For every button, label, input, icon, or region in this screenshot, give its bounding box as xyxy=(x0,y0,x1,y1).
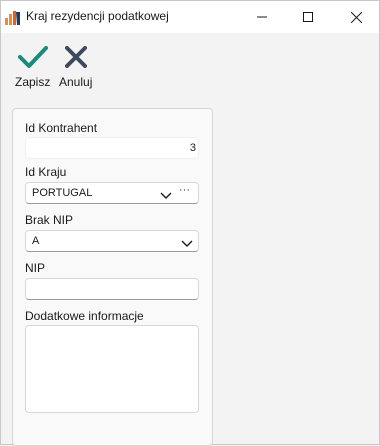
window-title: Kraj rezydencji podatkowej xyxy=(26,9,169,23)
close-icon xyxy=(350,11,362,23)
checkmark-icon xyxy=(17,41,49,73)
id-kontrahent-label: Id Kontrahent xyxy=(25,121,98,135)
id-kraju-dropdown[interactable]: PORTUGAL ··· xyxy=(25,182,199,204)
dialog-window: Kraj rezydencji podatkowej Zapisz Anuluj… xyxy=(0,0,380,446)
close-button[interactable] xyxy=(333,1,379,33)
title-bar: Kraj rezydencji podatkowej xyxy=(1,1,379,33)
maximize-button[interactable] xyxy=(285,1,331,33)
minimize-icon xyxy=(257,16,267,18)
x-icon xyxy=(60,41,92,73)
more-options-button[interactable]: ··· xyxy=(179,184,190,196)
maximize-icon xyxy=(303,12,313,22)
save-button-label: Zapisz xyxy=(15,75,51,89)
chevron-down-icon[interactable] xyxy=(160,189,172,199)
dodatkowe-informacje-textarea[interactable] xyxy=(25,325,199,413)
id-kraju-value: PORTUGAL xyxy=(32,187,93,199)
save-button[interactable]: Zapisz xyxy=(15,41,50,89)
dodatkowe-informacje-label: Dodatkowe informacje xyxy=(25,309,144,323)
minimize-button[interactable] xyxy=(239,1,285,33)
toolbar: Zapisz Anuluj xyxy=(1,33,379,97)
form-panel: Id Kontrahent 3 Id Kraju PORTUGAL ··· Br… xyxy=(12,108,213,446)
id-kontrahent-field: 3 xyxy=(25,137,199,159)
brak-nip-dropdown[interactable]: A xyxy=(25,230,199,252)
cancel-button-label: Anuluj xyxy=(59,75,93,89)
nip-label: NIP xyxy=(25,261,46,275)
brak-nip-value: A xyxy=(32,235,40,247)
brak-nip-label: Brak NIP xyxy=(25,213,74,227)
chevron-down-icon[interactable] xyxy=(181,237,193,247)
id-kraju-label: Id Kraju xyxy=(25,165,67,179)
nip-input[interactable] xyxy=(25,278,199,300)
cancel-button[interactable]: Anuluj xyxy=(59,41,92,89)
id-kontrahent-value: 3 xyxy=(189,142,196,154)
app-logo-icon xyxy=(5,10,21,25)
